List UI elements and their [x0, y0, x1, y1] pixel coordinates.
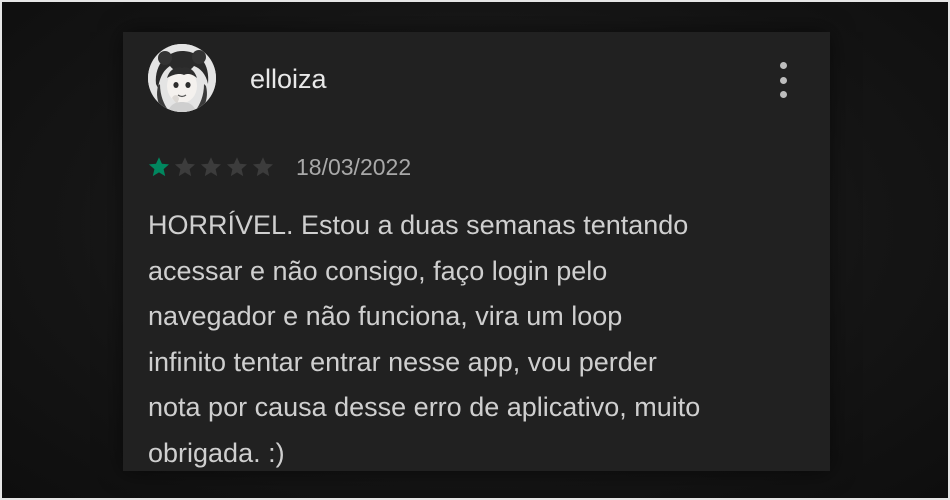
avatar[interactable] — [148, 44, 216, 112]
more-options-button[interactable] — [771, 60, 795, 100]
star-icon-empty — [252, 157, 273, 177]
star-icon-empty — [226, 157, 247, 177]
more-vert-icon — [779, 62, 787, 69]
star-icon-empty — [174, 157, 195, 177]
review-text: HORRÍVEL. Estou a duas semanas tentando … — [148, 210, 701, 468]
more-vert-icon-dot — [779, 91, 787, 98]
screenshot-frame: elloiza 18/03/2022 HORRÍVEL. Estou a dua… — [0, 0, 950, 500]
more-vert-icon-dot — [779, 76, 787, 84]
review-date: 18/03/2022 — [296, 154, 412, 180]
star-icon-empty — [200, 157, 221, 177]
star-rating — [147, 155, 277, 179]
review-card: elloiza 18/03/2022 HORRÍVEL. Estou a dua… — [123, 32, 830, 471]
rating-row: 18/03/2022 — [147, 153, 411, 181]
user-avatar-image — [148, 44, 216, 112]
star-icon-filled — [148, 157, 169, 177]
username: elloiza — [250, 64, 327, 94]
